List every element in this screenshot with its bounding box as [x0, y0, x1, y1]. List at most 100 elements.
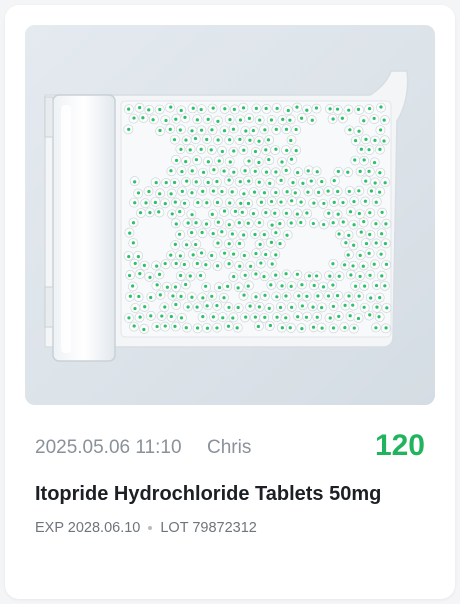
pill-mark: [138, 106, 142, 110]
drug-details: EXP 2028.06.10 LOT 79872312: [35, 520, 257, 536]
pill-mark: [289, 284, 293, 288]
pill-mark: [257, 305, 261, 309]
pill-mark: [337, 232, 341, 236]
pill-mark: [257, 180, 261, 184]
pill-mark: [163, 261, 167, 266]
pill-mark: [315, 315, 319, 319]
pill-mark: [262, 191, 267, 195]
pill-mark: [378, 147, 382, 151]
pill-mark: [242, 192, 246, 196]
pill-mark: [247, 159, 251, 163]
pill-mark: [216, 241, 220, 245]
pill-mark: [243, 273, 247, 277]
pill-mark: [211, 189, 215, 193]
pill-mark: [374, 222, 378, 226]
pill-mark: [174, 158, 179, 163]
pill-mark: [143, 305, 147, 309]
pill-mark: [170, 212, 174, 216]
pill-mark: [300, 283, 304, 287]
pill-mark: [210, 294, 214, 298]
pill-mark: [257, 139, 261, 143]
pill-mark: [147, 108, 151, 112]
pill-mark: [327, 211, 331, 215]
pill-mark: [337, 314, 341, 319]
pill-mark: [179, 108, 183, 113]
pill-mark: [380, 210, 384, 214]
pill-mark: [210, 128, 214, 132]
pill-mark: [369, 296, 373, 300]
pill-mark: [363, 199, 367, 203]
pill-mark: [284, 316, 288, 320]
pill-mark: [295, 212, 299, 216]
pill-mark: [235, 326, 239, 330]
pill-mark: [232, 149, 236, 153]
pill-mark: [332, 200, 336, 204]
pill-mark: [136, 255, 140, 259]
pill-mark: [372, 116, 376, 121]
pill-mark: [316, 294, 320, 298]
pill-mark: [346, 170, 350, 174]
pill-mark: [230, 232, 235, 236]
pill-mark: [151, 118, 155, 122]
pill-mark: [238, 264, 242, 268]
pill-mark: [268, 323, 273, 328]
pill-mark: [368, 313, 372, 317]
pill-mark: [215, 200, 220, 205]
pill-mark: [367, 148, 371, 152]
pill-mark: [163, 324, 167, 328]
pill-mark: [242, 253, 246, 258]
pill-mark: [270, 223, 274, 227]
pill-mark: [257, 221, 261, 225]
pill-mark: [252, 190, 257, 194]
pill-mark: [222, 251, 227, 255]
drug-name: Itopride Hydrochloride Tablets 50mg: [35, 483, 382, 505]
pill-mark: [147, 189, 151, 194]
pill-mark: [278, 305, 283, 310]
pill-mark: [348, 210, 353, 214]
pill-mark: [160, 314, 164, 318]
pill-mark: [380, 274, 384, 278]
pill-mark: [182, 201, 187, 205]
pill-mark: [131, 284, 135, 288]
pill-mark: [311, 221, 315, 226]
pill-mark: [284, 211, 289, 215]
pill-mark: [199, 128, 204, 132]
pill-mark: [374, 326, 378, 330]
pill-mark: [254, 295, 258, 299]
pill-mark: [237, 241, 242, 246]
pill-mark: [195, 305, 199, 309]
pill-mark: [227, 262, 231, 266]
pill-mark: [357, 211, 361, 216]
pill-mark: [248, 138, 252, 142]
pill-mark: [201, 189, 205, 193]
pill-mark: [291, 180, 295, 185]
pill-mark: [169, 105, 173, 109]
pill-mark: [178, 128, 182, 132]
pill-mark: [335, 107, 340, 111]
pill-mark: [131, 221, 136, 225]
pill-mark: [359, 230, 363, 234]
pill-mark: [352, 223, 356, 227]
pill-mark: [133, 306, 137, 311]
pill-mark: [155, 324, 159, 329]
pill-mark: [179, 294, 183, 299]
pill-mark: [384, 326, 388, 330]
pill-mark: [367, 251, 371, 255]
pill-mark: [270, 262, 274, 266]
pill-mark: [194, 242, 198, 247]
record-card[interactable]: 2025.05.06 11:10 Chris 120 Itopride Hydr…: [5, 5, 455, 599]
pill-mark: [253, 169, 257, 173]
pill-mark: [274, 170, 278, 174]
pill-mark: [322, 222, 326, 227]
pill-mark: [375, 305, 379, 309]
pill-mark: [194, 180, 198, 184]
pill-mark: [357, 189, 361, 193]
record-user: Chris: [207, 437, 252, 458]
pill-mark: [357, 129, 361, 133]
pill-tray-illustration: [25, 25, 435, 405]
pill-mark: [211, 315, 215, 319]
pill-mark: [178, 210, 182, 214]
pill-mark: [179, 147, 183, 151]
pill-mark: [314, 106, 319, 110]
pill-mark: [315, 170, 319, 174]
